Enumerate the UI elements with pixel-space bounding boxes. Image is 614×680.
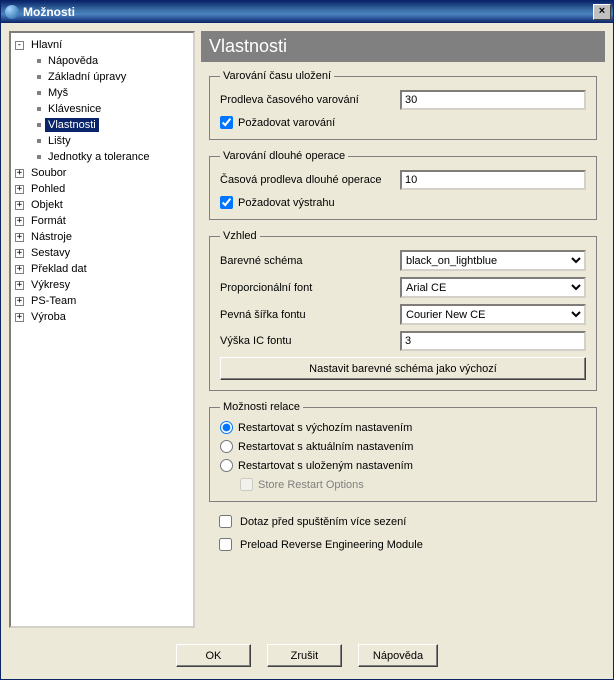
restart-saved-label[interactable]: Restartovat s uloženým nastavením bbox=[238, 460, 413, 472]
tree-item[interactable]: Objekt bbox=[28, 198, 66, 212]
color-scheme-select[interactable]: black_on_lightblue bbox=[400, 250, 586, 271]
restart-default-radio[interactable] bbox=[220, 421, 233, 434]
restart-current-label[interactable]: Restartovat s aktuálním nastavením bbox=[238, 441, 413, 453]
preload-re-label[interactable]: Preload Reverse Engineering Module bbox=[240, 539, 423, 551]
content-pane: Vlastnosti Varování času uložení Prodlev… bbox=[201, 31, 605, 628]
ic-font-label: Výška IC fontu bbox=[220, 335, 400, 347]
expander-icon[interactable]: + bbox=[15, 249, 24, 258]
expander-icon[interactable]: + bbox=[15, 265, 24, 274]
titlebar: Možnosti × bbox=[1, 1, 613, 23]
group-long-op-warning: Varování dlouhé operace Časová prodleva … bbox=[209, 150, 597, 220]
cancel-button[interactable]: Zrušit bbox=[267, 644, 342, 667]
tree-branch-icon bbox=[37, 123, 41, 127]
group-save-warning: Varování času uložení Prodleva časového … bbox=[209, 70, 597, 140]
tree-item[interactable]: Formát bbox=[28, 214, 69, 228]
tree-item[interactable]: Lišty bbox=[45, 134, 74, 148]
restart-current-radio[interactable] bbox=[220, 440, 233, 453]
tree-item[interactable]: Sestavy bbox=[28, 246, 73, 260]
long-require-checkbox[interactable] bbox=[220, 196, 233, 209]
save-delay-input[interactable] bbox=[400, 90, 586, 110]
prop-font-label: Proporcionální font bbox=[220, 282, 400, 294]
tree-branch-icon bbox=[37, 91, 41, 95]
group-legend: Vzhled bbox=[220, 230, 260, 242]
tree-item[interactable]: Myš bbox=[45, 86, 71, 100]
restart-default-label[interactable]: Restartovat s výchozím nastavením bbox=[238, 422, 412, 434]
tree-item[interactable]: PS-Team bbox=[28, 294, 79, 308]
prop-font-select[interactable]: Arial CE bbox=[400, 277, 586, 298]
long-delay-input[interactable] bbox=[400, 170, 586, 190]
tree-branch-icon bbox=[37, 155, 41, 159]
fixed-font-select[interactable]: Courier New CE bbox=[400, 304, 586, 325]
tree-branch-icon bbox=[37, 139, 41, 143]
group-legend: Varování času uložení bbox=[220, 70, 334, 82]
store-restart-label: Store Restart Options bbox=[258, 479, 364, 491]
preload-re-checkbox[interactable] bbox=[219, 538, 232, 551]
ic-font-input[interactable] bbox=[400, 331, 586, 351]
long-require-label[interactable]: Požadovat výstrahu bbox=[238, 197, 335, 209]
tree-item[interactable]: Vlastnosti bbox=[45, 118, 99, 132]
multi-session-label[interactable]: Dotaz před spuštěním více sezení bbox=[240, 516, 406, 528]
long-delay-label: Časová prodleva dlouhé operace bbox=[220, 174, 400, 186]
help-button[interactable]: Nápověda bbox=[358, 644, 438, 667]
ok-button[interactable]: OK bbox=[176, 644, 251, 667]
tree-item[interactable]: Nápověda bbox=[45, 54, 101, 68]
restart-saved-radio[interactable] bbox=[220, 459, 233, 472]
tree-branch-icon bbox=[37, 75, 41, 79]
tree-item[interactable]: Základní úpravy bbox=[45, 70, 129, 84]
expander-icon[interactable]: + bbox=[15, 185, 24, 194]
tree-item[interactable]: Výkresy bbox=[28, 278, 73, 292]
group-legend: Varování dlouhé operace bbox=[220, 150, 348, 162]
tree-item[interactable]: Výroba bbox=[28, 310, 69, 324]
reset-scheme-button[interactable]: Nastavit barevné schéma jako výchozí bbox=[220, 357, 586, 380]
nav-tree[interactable]: - Hlavní Nápověda Základní úpravy Myš Kláve… bbox=[9, 31, 195, 628]
expander-icon[interactable]: + bbox=[15, 217, 24, 226]
client-area: - Hlavní Nápověda Základní úpravy Myš Kláve… bbox=[1, 23, 613, 679]
close-button[interactable]: × bbox=[593, 4, 611, 20]
save-require-checkbox[interactable] bbox=[220, 116, 233, 129]
expander-icon[interactable]: + bbox=[15, 169, 24, 178]
group-session-options: Možnosti relace Restartovat s výchozím n… bbox=[209, 401, 597, 502]
expander-icon[interactable]: + bbox=[15, 281, 24, 290]
window-title: Možnosti bbox=[23, 5, 75, 19]
group-appearance: Vzhled Barevné schéma black_on_lightblue… bbox=[209, 230, 597, 391]
tree-branch-icon bbox=[37, 107, 41, 111]
tree-branch-icon bbox=[37, 59, 41, 63]
expander-icon[interactable]: + bbox=[15, 201, 24, 210]
color-scheme-label: Barevné schéma bbox=[220, 255, 400, 267]
group-legend: Možnosti relace bbox=[220, 401, 303, 413]
fixed-font-label: Pevná šířka fontu bbox=[220, 309, 400, 321]
save-require-label[interactable]: Požadovat varování bbox=[238, 117, 335, 129]
expander-icon[interactable]: - bbox=[15, 41, 24, 50]
tree-item[interactable]: Pohled bbox=[28, 182, 68, 196]
app-icon bbox=[5, 5, 19, 19]
tree-item[interactable]: Překlad dat bbox=[28, 262, 90, 276]
tree-item[interactable]: Soubor bbox=[28, 166, 69, 180]
save-delay-label: Prodleva časového varování bbox=[220, 94, 400, 106]
options-window: Možnosti × - Hlavní Nápověda Základní úpr… bbox=[0, 0, 614, 680]
tree-item[interactable]: Klávesnice bbox=[45, 102, 104, 116]
tree-item[interactable]: Nástroje bbox=[28, 230, 75, 244]
store-restart-checkbox bbox=[240, 478, 253, 491]
multi-session-checkbox[interactable] bbox=[219, 515, 232, 528]
dialog-buttons: OK Zrušit Nápověda bbox=[9, 634, 605, 671]
page-title: Vlastnosti bbox=[201, 31, 605, 62]
tree-item[interactable]: Jednotky a tolerance bbox=[45, 150, 153, 164]
expander-icon[interactable]: + bbox=[15, 233, 24, 242]
expander-icon[interactable]: + bbox=[15, 297, 24, 306]
expander-icon[interactable]: + bbox=[15, 313, 24, 322]
tree-root[interactable]: Hlavní bbox=[28, 38, 65, 52]
